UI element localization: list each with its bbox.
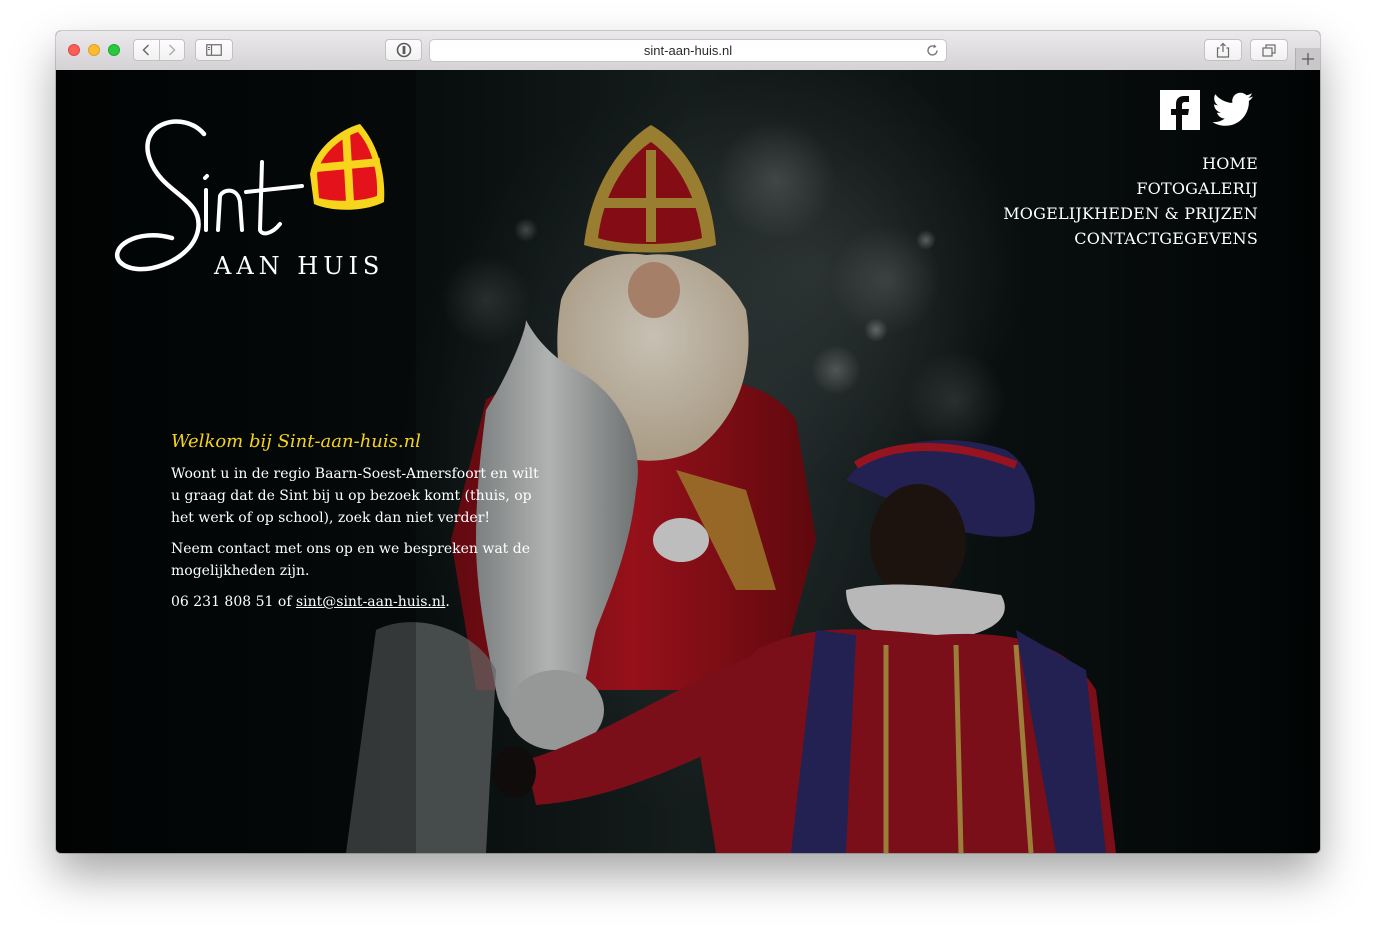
logo-script-s <box>115 119 207 272</box>
url-text: sint-aan-huis.nl <box>643 43 733 58</box>
reader-button[interactable] <box>385 39 422 61</box>
facebook-icon <box>1171 96 1189 130</box>
nav-item-contactgegevens[interactable]: CONTACTGEGEVENS <box>1003 226 1258 251</box>
show-tabs-button[interactable] <box>1250 39 1288 61</box>
nav-item-mogelijkheden-prijzen[interactable]: MOGELIJKHEDEN & PRIJZEN <box>1003 201 1258 226</box>
phone-number: 06 231 808 51 <box>171 594 274 610</box>
sidebar-icon <box>206 44 222 56</box>
contact-connector: of <box>273 594 296 610</box>
share-icon <box>1216 42 1230 58</box>
contact-line: 06 231 808 51 of sint@sint-aan-huis.nl. <box>171 591 551 613</box>
twitter-icon[interactable] <box>1212 92 1254 128</box>
share-button[interactable] <box>1204 39 1242 61</box>
contact-end: . <box>445 594 450 610</box>
sidebar-button[interactable] <box>195 39 233 61</box>
browser-window: sint-aan-huis.nl AAN HUIS HOME FOTOGALER… <box>56 31 1320 853</box>
minimize-window-button[interactable] <box>88 44 100 56</box>
mitre-icon <box>310 124 385 210</box>
new-tab-button[interactable] <box>1295 48 1320 70</box>
tabs-icon <box>1262 43 1276 57</box>
zoom-window-button[interactable] <box>108 44 120 56</box>
address-bar[interactable]: sint-aan-huis.nl <box>429 39 947 62</box>
chevron-right-icon <box>168 44 176 56</box>
intro-section: Welkom bij Sint-aan-huis.nl Woont u in d… <box>171 430 551 622</box>
facebook-link[interactable] <box>1160 90 1200 130</box>
close-window-button[interactable] <box>68 44 80 56</box>
logo-subtitle: AAN HUIS <box>213 252 384 280</box>
main-nav: HOME FOTOGALERIJ MOGELIJKHEDEN & PRIJZEN… <box>1003 151 1258 251</box>
intro-paragraph-1: Woont u in de regio Baarn-Soest-Amersfoo… <box>171 466 539 526</box>
back-button[interactable] <box>134 40 159 60</box>
history-nav-group <box>133 39 185 61</box>
web-page: AAN HUIS HOME FOTOGALERIJ MOGELIJKHEDEN … <box>56 70 1320 853</box>
plus-icon <box>1302 53 1314 65</box>
forward-button[interactable] <box>158 40 185 60</box>
reload-icon[interactable] <box>925 43 940 58</box>
nav-item-fotogalerij[interactable]: FOTOGALERIJ <box>1003 176 1258 201</box>
site-logo[interactable]: AAN HUIS <box>114 112 394 282</box>
email-link[interactable]: sint@sint-aan-huis.nl <box>296 594 445 610</box>
intro-heading: Welkom bij Sint-aan-huis.nl <box>171 431 421 452</box>
reader-icon <box>396 42 411 58</box>
browser-toolbar: sint-aan-huis.nl <box>56 31 1320 71</box>
chevron-left-icon <box>142 44 150 56</box>
intro-paragraph-2: Neem contact met ons op en we bespreken … <box>171 541 531 579</box>
nav-item-home[interactable]: HOME <box>1003 151 1258 176</box>
